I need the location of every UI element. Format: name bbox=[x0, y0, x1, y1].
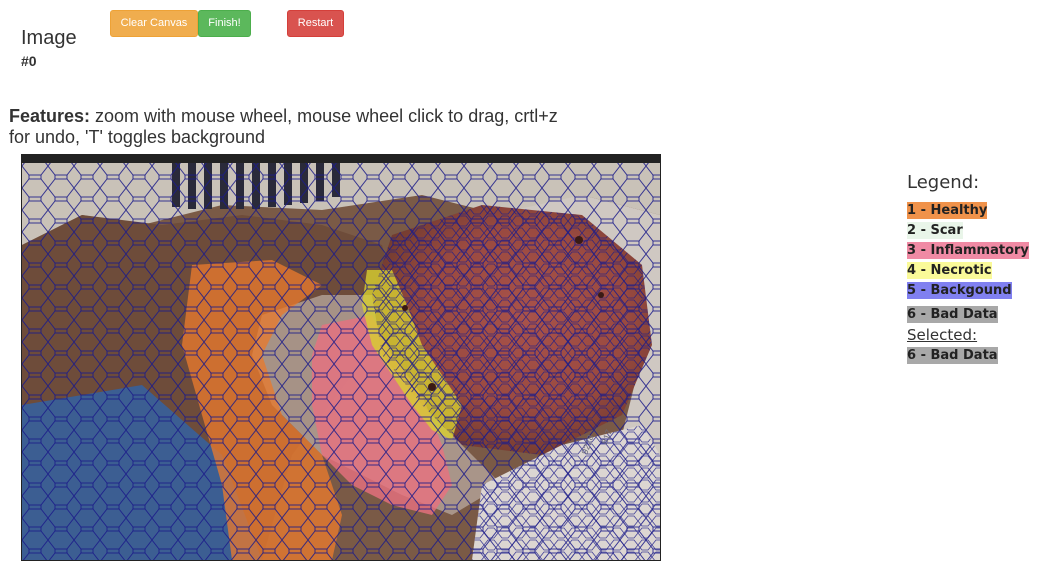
legend-item-inflammatory[interactable]: 3 - Inflammatory bbox=[907, 242, 1029, 259]
clear-canvas-button[interactable]: Clear Canvas bbox=[110, 10, 198, 37]
selected-label: Selected: bbox=[907, 326, 978, 344]
legend-item-bad-data[interactable]: 6 - Bad Data bbox=[907, 306, 998, 323]
finish-button[interactable]: Finish! bbox=[198, 10, 251, 37]
features-heading: Features: bbox=[9, 106, 91, 126]
legend-item-healthy[interactable]: 1 - Healthy bbox=[907, 202, 988, 219]
legend-item-necrotic[interactable]: 4 - Necrotic bbox=[907, 262, 992, 279]
wound-image[interactable]: 9228 817 bbox=[22, 155, 660, 560]
legend-panel: Legend: 1 - Healthy 2 - Scar 3 - Inflamm… bbox=[907, 172, 1029, 364]
segmentation-canvas[interactable]: 9228 817 bbox=[21, 154, 661, 561]
features-help: Features: zoom with mouse wheel, mouse w… bbox=[9, 106, 569, 148]
selected-class-value: 6 - Bad Data bbox=[907, 347, 998, 364]
legend-title: Legend: bbox=[907, 172, 980, 193]
legend-item-scar[interactable]: 2 - Scar bbox=[907, 222, 963, 239]
features-text: zoom with mouse wheel, mouse wheel click… bbox=[9, 106, 558, 147]
restart-button[interactable]: Restart bbox=[287, 10, 344, 37]
image-number: #0 bbox=[21, 53, 37, 69]
legend-item-background[interactable]: 5 - Backgound bbox=[907, 282, 1012, 299]
image-label: Image bbox=[21, 27, 77, 49]
